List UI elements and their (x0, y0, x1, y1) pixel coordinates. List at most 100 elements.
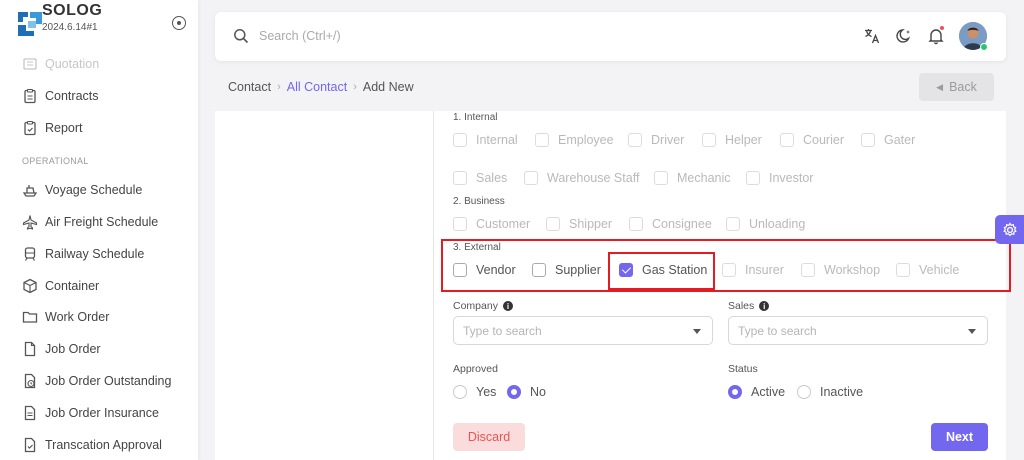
checkbox-mechanic[interactable]: Mechanic (654, 170, 731, 186)
checkbox-box (746, 171, 760, 185)
translate-icon[interactable] (863, 27, 881, 45)
sidebar-item-job-order[interactable]: Job Order (22, 340, 101, 358)
company-select-placeholder: Type to search (463, 324, 542, 338)
plane-icon (22, 215, 38, 230)
checkbox-label: Driver (651, 133, 685, 147)
company-label: Company i (453, 300, 513, 312)
breadcrumb-contact[interactable]: Contact (228, 80, 271, 94)
file-clock-icon (24, 373, 36, 389)
checkbox-label: Warehouse Staff (547, 171, 640, 185)
sidebar-collapse-toggle[interactable] (172, 16, 186, 30)
sidebar: SOLOG 2024.6.14#1 Quotation Contracts Re… (0, 0, 198, 460)
search-input[interactable] (257, 24, 757, 48)
checkbox-label: Courier (803, 133, 844, 147)
sidebar-item-transcation-approval[interactable]: Transcation Approval (22, 436, 162, 454)
checkbox-consignee[interactable]: Consignee (629, 216, 712, 232)
sidebar-item-job-order-outstanding[interactable]: Job Order Outstanding (22, 372, 171, 390)
sidebar-item-contracts[interactable]: Contracts (22, 87, 99, 105)
checkbox-box (861, 133, 875, 147)
sidebar-item-report[interactable]: Report (22, 119, 83, 137)
checkbox-label: Consignee (652, 217, 712, 231)
checkbox-label: Mechanic (677, 171, 731, 185)
checkbox-sales[interactable]: Sales (453, 170, 507, 186)
checkbox-helper[interactable]: Helper (702, 132, 762, 148)
info-icon[interactable]: i (502, 301, 513, 311)
checkbox-box (524, 171, 538, 185)
back-button[interactable]: ◀ Back (919, 73, 994, 101)
sidebar-item-air-freight-schedule[interactable]: Air Freight Schedule (22, 213, 158, 231)
radio-dot-selected (728, 385, 742, 399)
checkbox-warehouse-staff[interactable]: Warehouse Staff (524, 170, 639, 186)
sidebar-item-work-order[interactable]: Work Order (22, 308, 109, 326)
sidebar-item-label: Report (45, 121, 83, 135)
brand-name: SOLOG (42, 2, 103, 19)
checkbox-employee[interactable]: Employee (535, 132, 614, 148)
next-button[interactable]: Next (931, 423, 988, 451)
sales-label: Sales i (728, 300, 770, 312)
radio-label: Inactive (820, 385, 864, 399)
radio-status-active[interactable]: Active (728, 384, 785, 400)
checkbox-gater[interactable]: Gater (861, 132, 915, 148)
customizer-toggle[interactable] (995, 215, 1024, 244)
checkbox-shipper[interactable]: Shipper (546, 216, 612, 232)
sidebar-item-label: Work Order (45, 310, 110, 324)
checkbox-box (654, 171, 668, 185)
clipboard-icon (24, 88, 36, 104)
sales-label-text: Sales (728, 300, 755, 312)
checkbox-label: Employee (558, 133, 614, 147)
file-check-icon (24, 437, 36, 453)
checkbox-courier[interactable]: Courier (780, 132, 844, 148)
sidebar-item-label: Contracts (45, 89, 99, 103)
checkbox-customer[interactable]: Customer (453, 216, 530, 232)
company-select[interactable]: Type to search (453, 316, 713, 345)
checkbox-box (453, 133, 467, 147)
top-navbar (215, 12, 1006, 61)
info-icon[interactable]: i (759, 301, 770, 311)
checkbox-label: Shipper (569, 217, 613, 231)
folder-icon (22, 311, 38, 323)
search-icon[interactable] (233, 28, 249, 44)
online-status-dot (980, 43, 988, 51)
sidebar-item-label: Job Order (45, 342, 101, 356)
gear-icon (1002, 221, 1017, 236)
brand-version: 2024.6.14#1 (42, 22, 98, 33)
radio-approved-yes[interactable]: Yes (453, 384, 496, 400)
company-label-text: Company (453, 300, 498, 312)
checkbox-label: Investor (769, 171, 814, 185)
sidebar-item-quotation[interactable]: Quotation (22, 55, 99, 73)
breadcrumb-separator: › (353, 81, 357, 93)
sidebar-item-label: Quotation (45, 57, 100, 71)
notification-badge (939, 25, 945, 31)
checkbox-unloading[interactable]: Unloading (726, 216, 805, 232)
breadcrumb: Contact › All Contact › Add New (228, 80, 414, 94)
back-button-label: Back (949, 80, 977, 94)
sales-select[interactable]: Type to search (728, 316, 988, 345)
file-icon (24, 341, 36, 357)
radio-approved-no[interactable]: No (507, 384, 546, 400)
checkbox-internal[interactable]: Internal (453, 132, 518, 148)
moon-icon[interactable] (895, 27, 913, 45)
radio-label: Active (751, 385, 786, 399)
sidebar-item-voyage-schedule[interactable]: Voyage Schedule (22, 181, 142, 199)
checkbox-driver[interactable]: Driver (628, 132, 684, 148)
breadcrumb-all-contact[interactable]: All Contact (287, 80, 347, 94)
sidebar-item-label: Voyage Schedule (45, 183, 143, 197)
discard-button[interactable]: Discard (453, 423, 525, 451)
sidebar-item-label: Job Order Outstanding (45, 374, 172, 388)
radio-status-inactive[interactable]: Inactive (797, 384, 863, 400)
checkbox-investor[interactable]: Investor (746, 170, 813, 186)
status-label: Status (728, 363, 758, 375)
sidebar-item-railway-schedule[interactable]: Railway Schedule (22, 245, 144, 263)
caret-down-icon (693, 329, 701, 334)
sidebar-item-container[interactable]: Container (22, 277, 99, 295)
chevron-left-icon: ◀ (936, 81, 944, 92)
sidebar-item-job-order-insurance[interactable]: Job Order Insurance (22, 404, 159, 422)
panel-divider (433, 111, 434, 460)
checkbox-box (453, 217, 467, 231)
checkbox-box (546, 217, 560, 231)
checkbox-label: Helper (725, 133, 762, 147)
checkbox-box (628, 133, 642, 147)
highlight-box-gas-station (608, 252, 715, 290)
sidebar-item-label: Railway Schedule (45, 247, 145, 261)
file-text-icon (24, 405, 36, 421)
